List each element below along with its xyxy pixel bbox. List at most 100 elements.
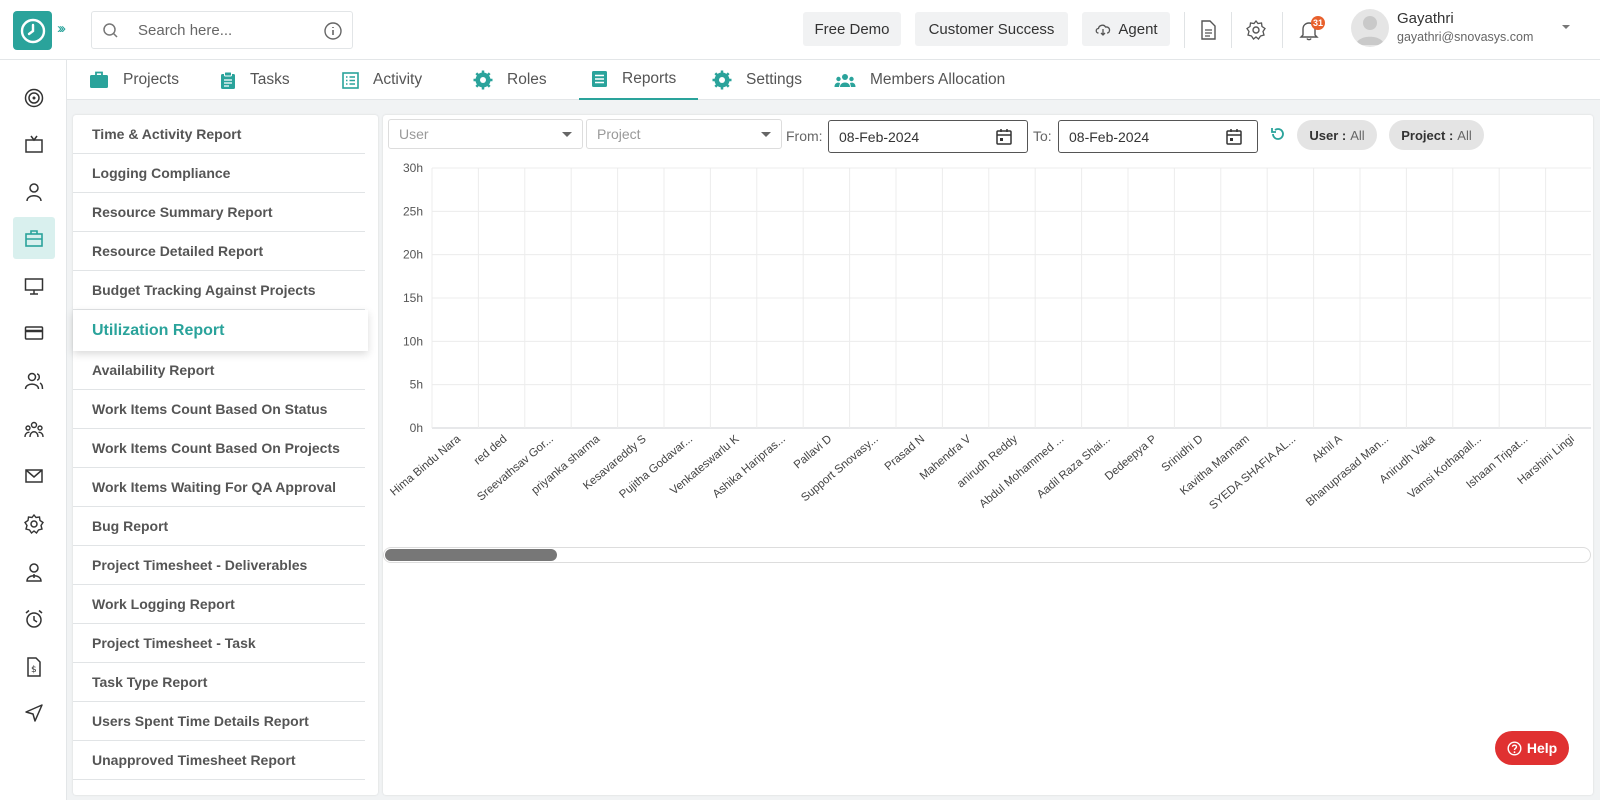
tv-icon xyxy=(25,135,43,153)
sidebar-employee[interactable] xyxy=(13,551,55,593)
report-item-task-type[interactable]: Task Type Report xyxy=(73,663,365,702)
sidebar-send[interactable] xyxy=(13,692,55,734)
report-item-qa-approval[interactable]: Work Items Waiting For QA Approval xyxy=(73,468,365,507)
report-item-users-spent-time[interactable]: Users Spent Time Details Report xyxy=(73,702,365,741)
x-tick-label: Support Snovasy... xyxy=(799,433,880,504)
report-item-utilization[interactable]: Utilization Report xyxy=(73,310,368,351)
target-icon xyxy=(24,88,44,108)
free-demo-label: Free Demo xyxy=(814,20,890,38)
sidebar-projects[interactable] xyxy=(13,217,55,259)
x-tick-label: red ded xyxy=(472,433,510,467)
report-icon xyxy=(592,71,607,87)
clock-logo-icon xyxy=(20,18,45,43)
sidebar-team[interactable] xyxy=(13,409,55,451)
x-tick-label: Dedeepya P xyxy=(1103,433,1159,483)
customer-success-button[interactable]: Customer Success xyxy=(915,12,1068,46)
briefcase-icon xyxy=(90,71,108,88)
tab-members-allocation-label: Members Allocation xyxy=(870,71,1006,88)
customer-success-label: Customer Success xyxy=(928,20,1055,38)
tab-activity-label: Activity xyxy=(373,71,423,88)
scrollbar-thumb[interactable] xyxy=(385,549,557,561)
users-icon xyxy=(24,372,44,390)
x-tick-label: SYEDA SHAFIA AL... xyxy=(1207,433,1298,512)
report-item-work-items-projects[interactable]: Work Items Count Based On Projects xyxy=(73,429,365,468)
monitor-icon xyxy=(24,278,44,295)
tab-activity[interactable]: Activity xyxy=(342,60,452,100)
reset-icon[interactable] xyxy=(1270,126,1286,142)
user-chip-label: User : xyxy=(1309,127,1347,143)
to-date-input[interactable]: 08-Feb-2024 xyxy=(1058,120,1258,153)
chevron-down-icon[interactable] xyxy=(1560,23,1572,31)
avatar[interactable] xyxy=(1351,9,1389,47)
project-select[interactable]: Project xyxy=(586,119,782,149)
project-chip-value: All xyxy=(1457,127,1472,143)
report-item-resource-detailed[interactable]: Resource Detailed Report xyxy=(73,232,365,271)
sidebar-monitor[interactable] xyxy=(13,265,55,307)
module-tab-bar: Projects Tasks Activity Roles Reports Se… xyxy=(67,60,1600,100)
report-content: User Project From: 08-Feb-2024 To: 08-Fe… xyxy=(383,115,1593,795)
divider xyxy=(1231,12,1232,48)
project-filter-chip[interactable]: Project : All xyxy=(1389,120,1484,150)
expand-sidebar-icon[interactable]: ››› xyxy=(57,20,66,37)
document-icon[interactable] xyxy=(1196,18,1220,42)
send-icon xyxy=(25,704,43,722)
info-icon[interactable] xyxy=(323,21,343,41)
sidebar-profile[interactable] xyxy=(13,171,55,213)
report-item-logging-compliance[interactable]: Logging Compliance xyxy=(73,154,365,193)
gear-icon xyxy=(24,513,44,535)
report-item-availability[interactable]: Availability Report xyxy=(73,351,365,390)
tab-roles[interactable]: Roles xyxy=(473,60,573,100)
y-tick-label: 25h xyxy=(403,204,423,218)
x-tick-label: Abdul Mohammed ... xyxy=(977,433,1066,510)
settings-icon[interactable] xyxy=(1244,18,1268,42)
report-item-bug[interactable]: Bug Report xyxy=(73,507,365,546)
sidebar-settings[interactable] xyxy=(13,503,55,545)
tab-reports[interactable]: Reports xyxy=(579,60,698,100)
report-item-timesheet-deliverables[interactable]: Project Timesheet - Deliverables xyxy=(73,546,365,585)
user-icon xyxy=(26,183,42,202)
report-item-timesheet-task[interactable]: Project Timesheet - Task xyxy=(73,624,365,663)
sidebar-dashboard[interactable] xyxy=(13,77,55,119)
report-item-time-activity[interactable]: Time & Activity Report xyxy=(73,115,365,154)
sidebar-invoice[interactable]: $ xyxy=(13,646,55,688)
svg-text:$: $ xyxy=(31,665,37,675)
credit-card-icon xyxy=(24,326,44,340)
sidebar-users[interactable] xyxy=(13,360,55,402)
report-item-resource-summary[interactable]: Resource Summary Report xyxy=(73,193,365,232)
user-filter-chip[interactable]: User : All xyxy=(1297,120,1377,150)
sidebar-mail[interactable] xyxy=(13,455,55,497)
report-item-work-items-status[interactable]: Work Items Count Based On Status xyxy=(73,390,365,429)
report-item-work-logging[interactable]: Work Logging Report xyxy=(73,585,365,624)
from-date-input[interactable]: 08-Feb-2024 xyxy=(828,120,1028,153)
report-item-unapproved-timesheet[interactable]: Unapproved Timesheet Report xyxy=(73,741,365,780)
tab-members-allocation[interactable]: Members Allocation xyxy=(834,60,1034,100)
tab-projects-label: Projects xyxy=(123,71,179,88)
user-select-placeholder: User xyxy=(399,126,429,142)
sidebar-tv[interactable] xyxy=(13,124,55,166)
calendar-icon[interactable] xyxy=(995,128,1013,146)
caret-down-icon xyxy=(761,132,771,137)
alarm-clock-icon xyxy=(25,609,43,628)
report-item-budget-tracking[interactable]: Budget Tracking Against Projects xyxy=(73,271,365,310)
app-logo[interactable] xyxy=(13,11,52,50)
help-button[interactable]: Help xyxy=(1495,731,1569,765)
y-tick-label: 15h xyxy=(403,291,423,305)
tab-settings[interactable]: Settings xyxy=(712,60,822,100)
y-tick-label: 20h xyxy=(403,248,423,262)
user-select[interactable]: User xyxy=(388,119,583,149)
sidebar-billing[interactable] xyxy=(13,312,55,354)
free-demo-button[interactable]: Free Demo xyxy=(803,12,901,46)
user-chip-value: All xyxy=(1350,127,1365,143)
chart-horizontal-scrollbar[interactable] xyxy=(383,547,1591,563)
tab-tasks[interactable]: Tasks xyxy=(220,60,320,100)
agent-button[interactable]: Agent xyxy=(1082,12,1170,46)
tab-tasks-label: Tasks xyxy=(250,71,290,88)
calendar-icon[interactable] xyxy=(1225,128,1243,146)
y-tick-label: 0h xyxy=(410,421,423,435)
search-input[interactable] xyxy=(138,20,318,40)
tab-projects[interactable]: Projects xyxy=(89,60,209,100)
sidebar-timer[interactable] xyxy=(13,598,55,640)
to-label: To: xyxy=(1033,128,1052,144)
search-box xyxy=(91,11,353,49)
help-label: Help xyxy=(1526,740,1558,756)
